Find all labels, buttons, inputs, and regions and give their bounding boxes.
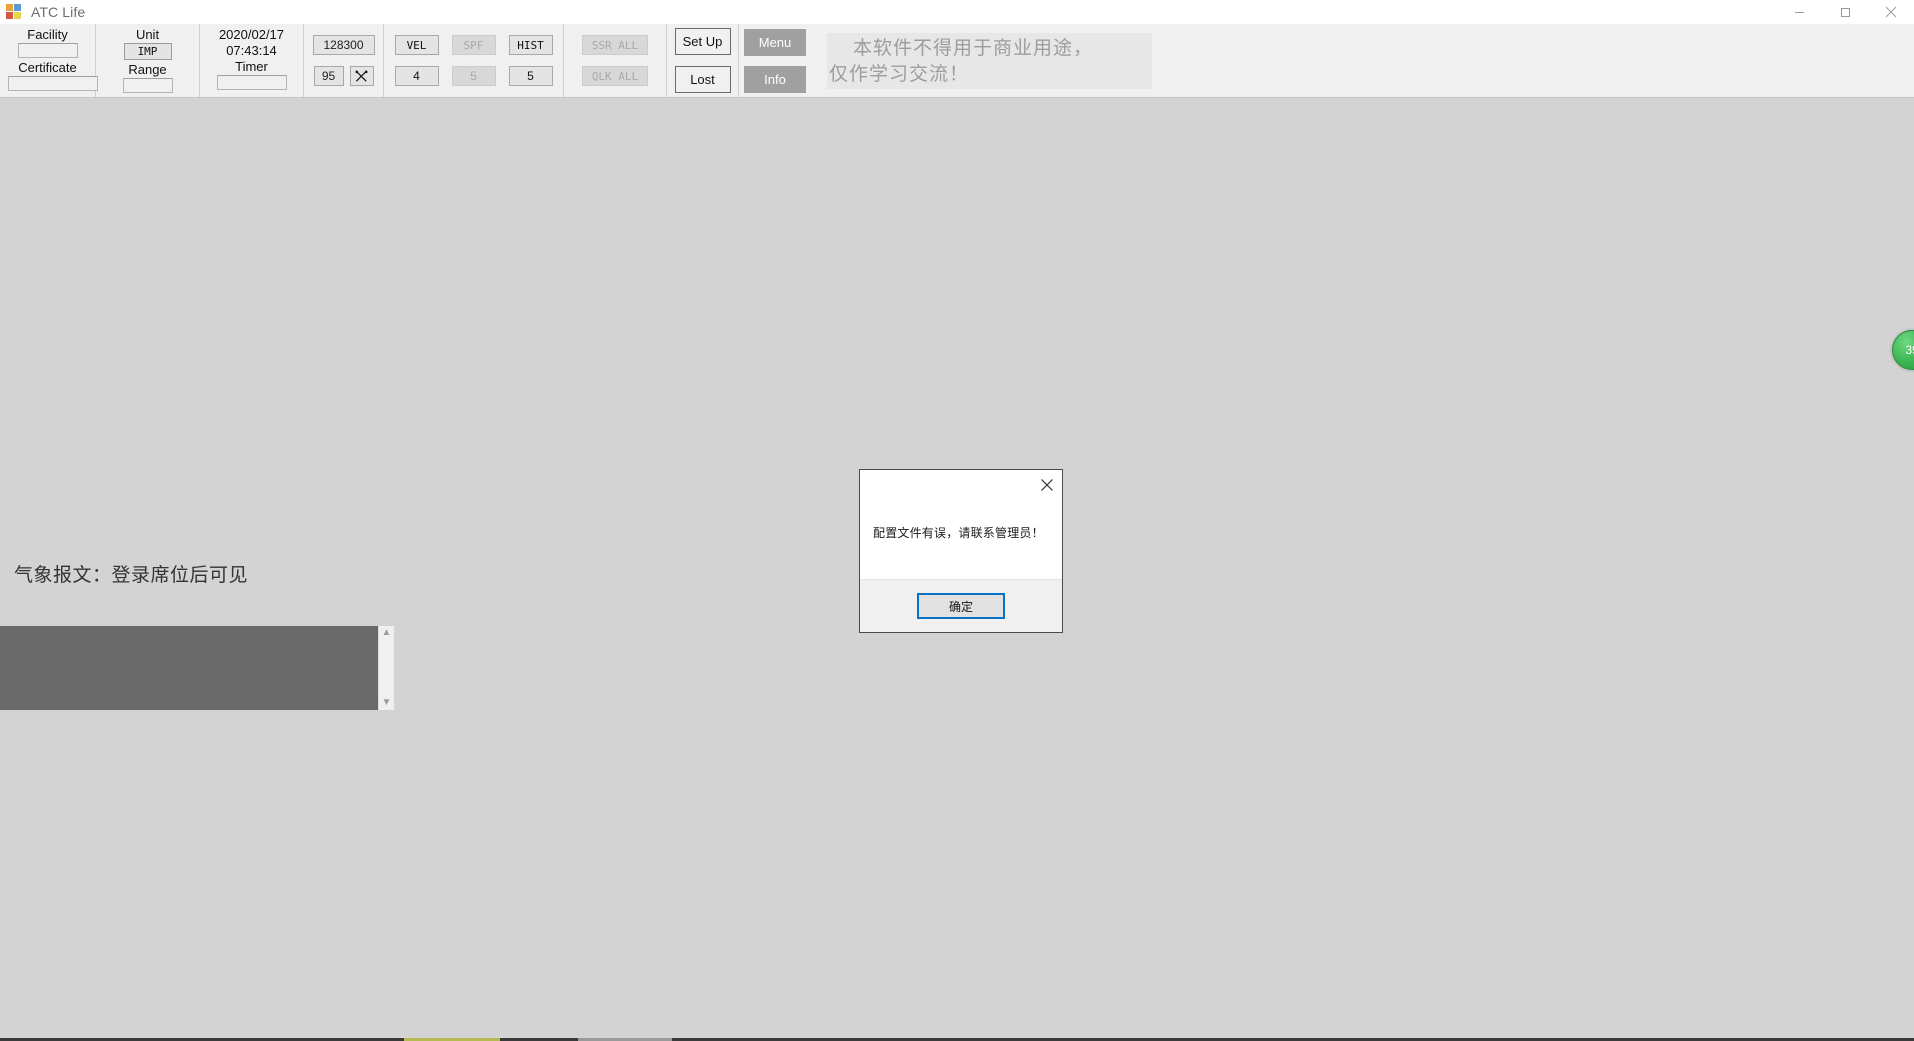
facility-label: Facility — [27, 27, 68, 42]
main-toolbar: Facility Certificate Unit IMP Range 2020… — [0, 24, 1914, 98]
minimize-icon — [1794, 11, 1804, 13]
timer-input[interactable] — [216, 75, 287, 90]
toggle-vel: VEL 4 — [394, 35, 439, 86]
watermark-line-1: 本软件不得用于商业用途， — [853, 36, 1094, 59]
crossed-tools-button[interactable] — [349, 66, 374, 86]
application-window: ATC Life Facility Certificate Unit IMP R — [0, 0, 1914, 1041]
toggle-hist: HIST 5 — [508, 35, 553, 86]
scroll-up-icon[interactable]: ▲ — [382, 628, 392, 638]
nav-group: Menu Info — [739, 24, 811, 97]
certificate-label: Certificate — [18, 60, 77, 75]
action-group: Set Up Lost — [667, 24, 739, 97]
frequency-sub-row: 95 — [313, 66, 374, 86]
certificate-input[interactable] — [8, 76, 98, 91]
spf-value: 5 — [451, 66, 496, 86]
current-date: 2020/02/17 — [218, 27, 285, 42]
unit-imp-button[interactable]: IMP — [123, 43, 172, 60]
maximize-button[interactable] — [1822, 0, 1868, 24]
hist-value[interactable]: 5 — [508, 66, 553, 86]
metar-message: 气象报文：登录席位后可见 — [14, 564, 249, 586]
timer-label: Timer — [235, 59, 268, 74]
window-title: ATC Life — [31, 4, 86, 20]
dialog-titlebar — [860, 470, 1062, 500]
window-titlebar: ATC Life — [0, 0, 1914, 25]
menu-button[interactable]: Menu — [744, 28, 806, 56]
watermark-notice: 本软件不得用于商业用途， 仅作学习交流！ — [827, 32, 1152, 89]
facility-group: Facility Certificate — [0, 24, 98, 97]
scroll-down-icon[interactable]: ▼ — [382, 698, 392, 708]
minimize-button[interactable] — [1776, 0, 1822, 24]
close-button[interactable] — [1868, 0, 1914, 24]
frequency-group: 128300 95 — [304, 24, 384, 97]
clock-group: 2020/02/17 07:43:14 Timer — [200, 24, 304, 97]
set-up-button[interactable]: Set Up — [674, 28, 731, 55]
watermark-line-2: 仅作学习交流！ — [829, 62, 970, 85]
hist-button[interactable]: HIST — [508, 35, 553, 55]
log-panel-content[interactable] — [0, 626, 378, 710]
info-button[interactable]: Info — [744, 65, 806, 93]
log-panel-scrollbar[interactable]: ▲ ▼ — [378, 626, 394, 710]
status-badge[interactable]: 39 — [1892, 330, 1914, 370]
maximize-icon — [1840, 7, 1850, 17]
close-icon — [1041, 479, 1053, 491]
range-label: Range — [128, 62, 167, 77]
frequency-display[interactable]: 128300 — [312, 35, 375, 55]
dialog-ok-button[interactable]: 确定 — [917, 593, 1005, 619]
display-toggle-group: VEL 4 SPF 5 HIST 5 — [384, 24, 564, 97]
range-input[interactable] — [122, 78, 173, 93]
dialog-message: 配置文件有误，请联系管理员！ — [873, 525, 1044, 540]
dialog-body: 配置文件有误，请联系管理员！ — [860, 500, 1062, 579]
close-icon — [1885, 6, 1897, 18]
window-controls — [1776, 0, 1914, 24]
lost-button[interactable]: Lost — [674, 66, 731, 93]
unit-group: Unit IMP Range — [96, 24, 200, 97]
qlk-all-button: QLK ALL — [582, 66, 648, 86]
spf-button: SPF — [451, 35, 496, 55]
dialog-close-button[interactable] — [1032, 472, 1062, 498]
dialog-footer: 确定 — [860, 579, 1062, 632]
ssr-all-button: SSR ALL — [582, 35, 648, 55]
vel-button[interactable]: VEL — [394, 35, 439, 55]
unit-label: Unit — [135, 27, 160, 42]
app-tile-icon — [6, 4, 22, 20]
facility-input[interactable] — [17, 43, 78, 58]
error-dialog: 配置文件有误，请联系管理员！ 确定 — [859, 469, 1063, 633]
toggle-spf: SPF 5 — [451, 35, 496, 86]
vel-value[interactable]: 4 — [394, 66, 439, 86]
log-panel[interactable]: ▲ ▼ — [0, 626, 394, 710]
crossed-tools-icon — [355, 70, 368, 82]
all-toggle-group: SSR ALL QLK ALL — [564, 24, 667, 97]
current-time: 07:43:14 — [226, 43, 277, 58]
frequency-count[interactable]: 95 — [313, 66, 344, 86]
